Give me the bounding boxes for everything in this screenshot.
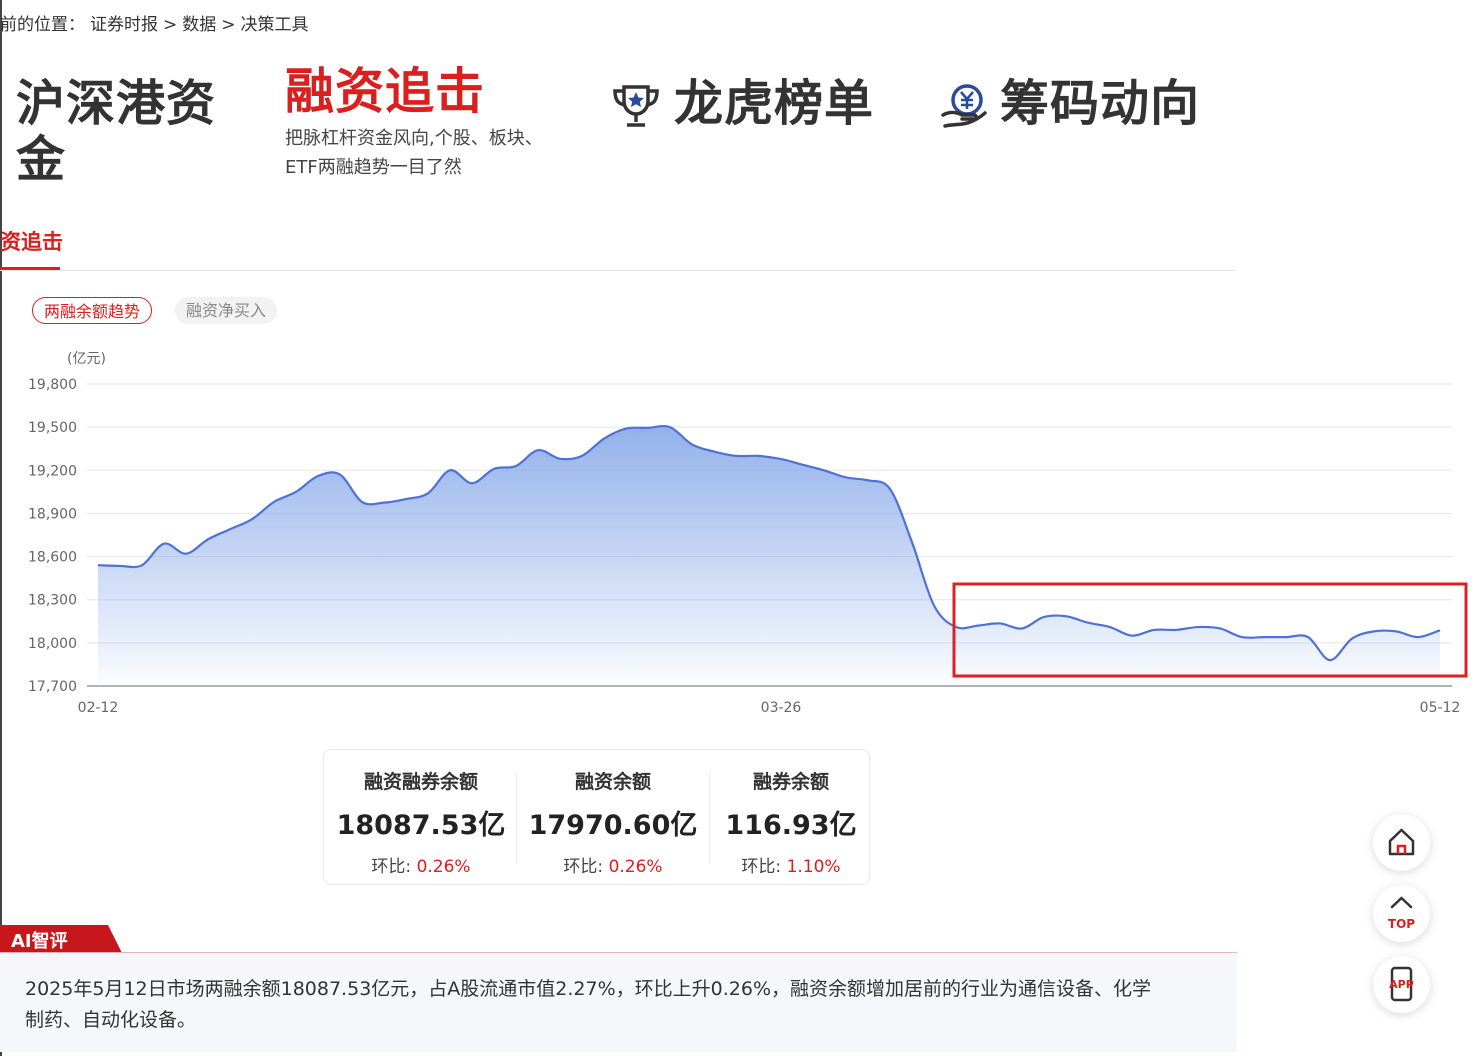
nav-title-hk-connect-line2: 金: [16, 131, 67, 188]
y-tick-label: 19,800: [28, 377, 77, 393]
stat-change: 环比: 0.26%: [330, 852, 512, 877]
margin-balance-chart: 17,700 18,000 18,300 18,600 18,900 19,200 19,5…: [28, 351, 1468, 716]
nav-title-margin: 融资追击: [285, 63, 486, 120]
stat-label: 融资余额: [574, 771, 651, 793]
stat-securities-lending-balance: 融券余额 116.93亿 环比: 1.10%: [700, 750, 882, 877]
app-download-button[interactable]: APP: [1373, 956, 1430, 1013]
y-tick-label: 18,300: [28, 593, 77, 609]
x-tick-label: 02-12: [78, 700, 119, 716]
y-tick-label: 19,500: [28, 420, 77, 436]
stat-total-balance: 融资融券余额 18087.53亿 环比: 0.26%: [330, 750, 512, 877]
stat-change-label: 环比:: [741, 857, 782, 877]
stat-value: 17970.60亿: [528, 810, 698, 841]
y-tick-label: 17,700: [28, 679, 77, 695]
stat-financing-balance: 融资余额 17970.60亿 环比: 0.26%: [522, 750, 704, 877]
x-tick-label: 03-26: [761, 700, 802, 716]
stat-change: 环比: 0.26%: [522, 852, 704, 877]
stat-change-pct: 1.10%: [786, 857, 841, 877]
breadcrumb-link-stcn[interactable]: 证券时报: [90, 15, 158, 35]
stat-change-pct: 0.26%: [416, 857, 471, 877]
breadcrumb: 前的位置： 证券时报 > 数据 > 决策工具: [0, 10, 314, 35]
nav-title-chips: 筹码动向: [1000, 75, 1201, 132]
stat-change: 环比: 1.10%: [700, 852, 882, 877]
y-tick-label: 18,900: [28, 506, 77, 522]
stat-value: 116.93亿: [725, 810, 857, 841]
tab-margin-active[interactable]: 资追击: [0, 226, 63, 256]
home-button[interactable]: [1373, 814, 1430, 871]
stat-label: 融券余额: [752, 771, 829, 793]
nav-sub-margin-line2: ETF两融趋势一目了然: [285, 157, 462, 178]
nav-card-dragon-tiger[interactable]: 龙虎榜单: [610, 76, 874, 132]
stat-change-pct: 0.26%: [608, 857, 663, 877]
stat-label: 融资融券余额: [363, 771, 478, 793]
breadcrumb-separator: >: [163, 15, 178, 35]
yuan-hand-icon: [941, 84, 987, 128]
stat-divider: [516, 772, 517, 864]
y-tick-label: 18,600: [28, 550, 77, 566]
tab-divider: [0, 270, 1237, 271]
stat-change-label: 环比:: [563, 857, 604, 877]
pill-net-buy[interactable]: 融资净买入: [175, 297, 278, 324]
y-tick-label: 18,000: [28, 636, 77, 652]
stat-change-label: 环比:: [371, 857, 412, 877]
nav-card-chips[interactable]: 筹码动向: [940, 76, 1200, 132]
stat-value: 18087.53亿: [336, 810, 506, 841]
home-icon: [1388, 828, 1415, 856]
trophy-icon: [613, 85, 659, 127]
breadcrumb-separator: >: [221, 15, 236, 35]
nav-card-margin[interactable]: 融资追击 把脉杠杆资金风向,个股、板块、 ETF两融趋势一目了然: [285, 64, 543, 182]
phone-icon: APP: [1389, 966, 1414, 1002]
ai-tag-label: AI智评: [11, 931, 68, 952]
nav-title-dragon-tiger: 龙虎榜单: [674, 75, 875, 132]
back-to-top-button[interactable]: TOP: [1373, 885, 1430, 942]
breadcrumb-link-tools[interactable]: 决策工具: [241, 15, 309, 35]
x-tick-label: 05-12: [1420, 700, 1461, 716]
y-axis-unit-label: (亿元): [67, 351, 106, 367]
stats-panel: 融资融券余额 18087.53亿 环比: 0.26% 融资余额 17970.60…: [323, 749, 870, 885]
arrow-up-icon: TOP: [1388, 896, 1415, 931]
nav-card-hk-connect[interactable]: 沪深港资 金: [16, 76, 216, 188]
breadcrumb-prefix: 前的位置：: [0, 15, 85, 35]
series-area: [98, 426, 1440, 686]
app-label: APP: [1389, 978, 1414, 991]
nav-sub-margin-line1: 把脉杠杆资金风向,个股、板块、: [285, 128, 543, 149]
breadcrumb-link-data[interactable]: 数据: [182, 15, 216, 35]
ai-comment-text: 2025年5月12日市场两融余额18087.53亿元，占A股流通市值2.27%，…: [25, 978, 1151, 1031]
y-tick-label: 19,200: [28, 463, 77, 479]
top-label: TOP: [1388, 917, 1415, 931]
nav-title-hk-connect-line1: 沪深港资: [16, 75, 217, 132]
pill-balance-trend[interactable]: 两融余额趋势: [32, 297, 153, 324]
